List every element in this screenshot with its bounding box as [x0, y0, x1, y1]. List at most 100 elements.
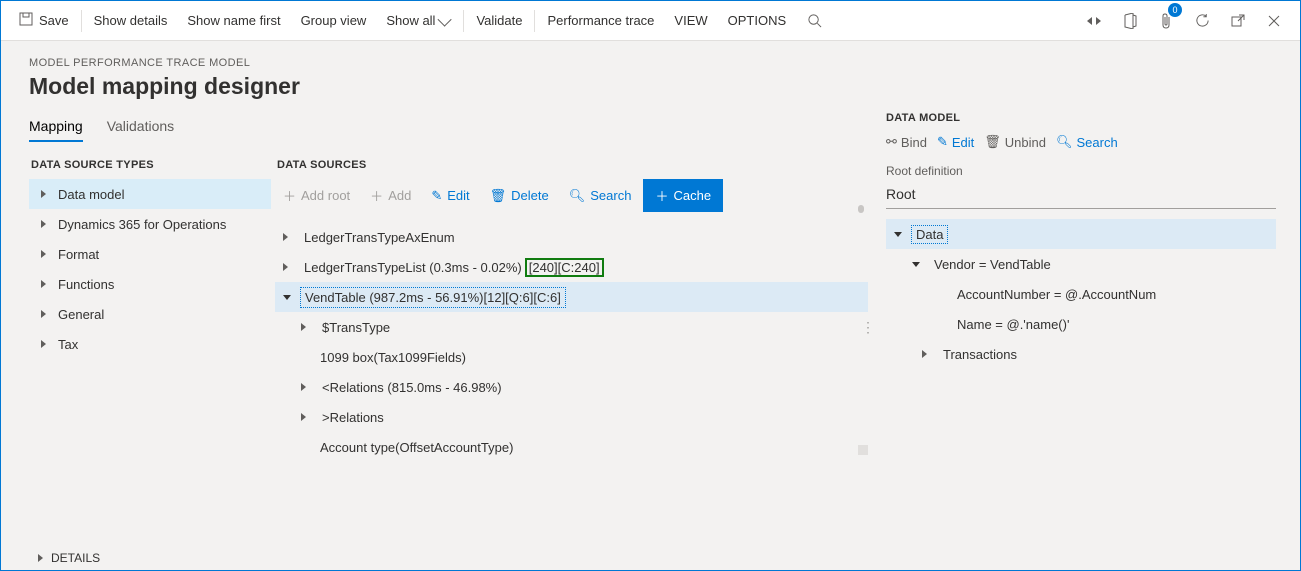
cache-indicator: [240][C:240]: [527, 260, 602, 275]
toolbar-divider: [534, 10, 535, 32]
plus-icon: ＋: [655, 186, 668, 205]
details-label: DETAILS: [51, 551, 100, 565]
ds-row-label: $TransType: [318, 318, 394, 337]
data-model-panel: DATA MODEL ⚯Bind ✎Edit 🗑Unbind 🔍︎Search …: [868, 112, 1288, 553]
chevron-right-icon: [38, 554, 43, 562]
save-label: Save: [39, 13, 69, 28]
dm-search-label: Search: [1076, 135, 1117, 150]
chevron-right-icon: [41, 250, 46, 258]
ds-row-account-type[interactable]: Account type(OffsetAccountType): [275, 432, 868, 462]
bind-button[interactable]: ⚯Bind: [886, 134, 927, 150]
data-sources-panel: DATA SOURCES ＋Add root ＋Add ✎Edit 🗑Delet…: [271, 149, 868, 553]
dm-tree: Data Vendor = VendTable AccountNumber = …: [886, 219, 1276, 369]
attachments-button[interactable]: 0: [1148, 1, 1184, 41]
dst-header: DATA SOURCE TYPES: [29, 159, 271, 171]
scrollbar-corner: [858, 445, 868, 455]
data-source-types-panel: DATA SOURCE TYPES Data model Dynamics 36…: [29, 149, 271, 553]
attachments-badge: 0: [1168, 3, 1182, 17]
chevron-right-icon: [41, 340, 46, 348]
edit-button[interactable]: ✎ Edit: [423, 182, 477, 210]
ds-row-vend-table[interactable]: VendTable (987.2ms - 56.91%)[12][Q:6][C:…: [275, 282, 868, 312]
chevron-right-icon: [922, 350, 927, 358]
root-def-value[interactable]: Root: [886, 182, 1276, 209]
cache-button[interactable]: ＋Cache: [643, 179, 723, 212]
dm-row-transactions[interactable]: Transactions: [886, 339, 1276, 369]
dm-row-vendor[interactable]: Vendor = VendTable: [886, 249, 1276, 279]
ds-row-label: >Relations: [318, 408, 388, 427]
performance-trace-button[interactable]: Performance trace: [537, 1, 664, 41]
edit-label: Edit: [447, 188, 469, 203]
dm-row-label: Transactions: [939, 346, 1021, 363]
chevron-down-icon: [894, 232, 902, 237]
mapping-columns: DATA SOURCE TYPES Data model Dynamics 36…: [29, 149, 868, 553]
dst-item-functions[interactable]: Functions: [29, 269, 271, 299]
tab-validations[interactable]: Validations: [107, 112, 174, 142]
close-button[interactable]: [1256, 1, 1292, 41]
dst-item-data-model[interactable]: Data model: [29, 179, 271, 209]
show-all-dropdown[interactable]: Show all: [376, 1, 461, 41]
show-name-first-button[interactable]: Show name first: [177, 1, 290, 41]
unbind-button[interactable]: 🗑Unbind: [984, 134, 1046, 150]
dst-item-label: Tax: [58, 337, 78, 352]
ds-row-relations-out[interactable]: >Relations: [275, 402, 868, 432]
view-button[interactable]: VIEW: [664, 1, 717, 41]
chevron-right-icon: [301, 413, 306, 421]
office-icon-button[interactable]: [1112, 1, 1148, 41]
ds-row-ledger-trans-type-enum[interactable]: LedgerTransTypeAxEnum: [275, 222, 868, 252]
trash-icon: 🗑: [490, 188, 507, 204]
dm-edit-label: Edit: [952, 135, 974, 150]
dm-row-data[interactable]: Data: [886, 219, 1276, 249]
search-label: Search: [590, 188, 631, 203]
dst-item-label: Data model: [58, 187, 124, 202]
ds-row-trans-type[interactable]: $TransType: [275, 312, 868, 342]
connector-icon: [1086, 16, 1102, 26]
splitter-handle[interactable]: ⋮: [861, 319, 874, 336]
ds-row-label: 1099 box(Tax1099Fields): [316, 348, 470, 367]
save-button[interactable]: Save: [9, 1, 79, 41]
dm-search-button[interactable]: 🔍︎Search: [1056, 134, 1118, 150]
dm-row-account-number[interactable]: AccountNumber = @.AccountNum: [886, 279, 1276, 309]
connector-icon-button[interactable]: [1076, 1, 1112, 41]
delete-button[interactable]: 🗑Delete: [482, 182, 557, 210]
toolbar-divider: [463, 10, 464, 32]
ds-search-button[interactable]: 🔍︎Search: [561, 182, 640, 210]
app-toolbar: Save Show details Show name first Group …: [1, 1, 1300, 41]
scrollbar-thumb[interactable]: [858, 205, 864, 213]
options-button[interactable]: OPTIONS: [718, 1, 797, 41]
add-root-label: Add root: [301, 188, 350, 203]
dm-row-label: Vendor = VendTable: [930, 256, 1055, 273]
refresh-button[interactable]: [1184, 1, 1220, 41]
toolbar-right: 0: [1076, 1, 1292, 41]
search-button[interactable]: [796, 1, 832, 41]
tab-mapping[interactable]: Mapping: [29, 112, 83, 142]
ds-row-1099-box[interactable]: 1099 box(Tax1099Fields): [275, 342, 868, 372]
popout-button[interactable]: [1220, 1, 1256, 41]
dst-item-label: Dynamics 365 for Operations: [58, 217, 226, 232]
dm-row-name[interactable]: Name = @.'name()': [886, 309, 1276, 339]
dst-item-general[interactable]: General: [29, 299, 271, 329]
trash-icon: 🗑: [984, 134, 1001, 150]
pencil-icon: ✎: [431, 188, 442, 204]
dm-row-label: Data: [912, 226, 947, 243]
ds-row-label: LedgerTransTypeList (0.3ms - 0.02%): [300, 258, 526, 277]
chevron-right-icon: [301, 323, 306, 331]
group-view-button[interactable]: Group view: [291, 1, 377, 41]
validate-button[interactable]: Validate: [466, 1, 532, 41]
details-section[interactable]: DETAILS: [38, 551, 100, 565]
plus-icon: ＋: [370, 186, 383, 205]
dst-item-format[interactable]: Format: [29, 239, 271, 269]
save-icon: [19, 12, 33, 29]
ds-row-relations-in[interactable]: <Relations (815.0ms - 46.98%): [275, 372, 868, 402]
show-details-button[interactable]: Show details: [84, 1, 178, 41]
dm-toolbar: ⚯Bind ✎Edit 🗑Unbind 🔍︎Search: [886, 134, 1276, 150]
dst-item-tax[interactable]: Tax: [29, 329, 271, 359]
chevron-right-icon: [301, 383, 306, 391]
chevron-right-icon: [283, 263, 288, 271]
close-icon: [1268, 15, 1280, 27]
dm-edit-button[interactable]: ✎Edit: [937, 134, 974, 150]
refresh-icon: [1195, 13, 1210, 28]
ds-row-ledger-trans-type-list[interactable]: LedgerTransTypeList (0.3ms - 0.02%)[240]…: [275, 252, 868, 282]
show-all-label: Show all: [386, 13, 435, 28]
chevron-down-icon: [438, 12, 452, 26]
dst-item-d365fo[interactable]: Dynamics 365 for Operations: [29, 209, 271, 239]
